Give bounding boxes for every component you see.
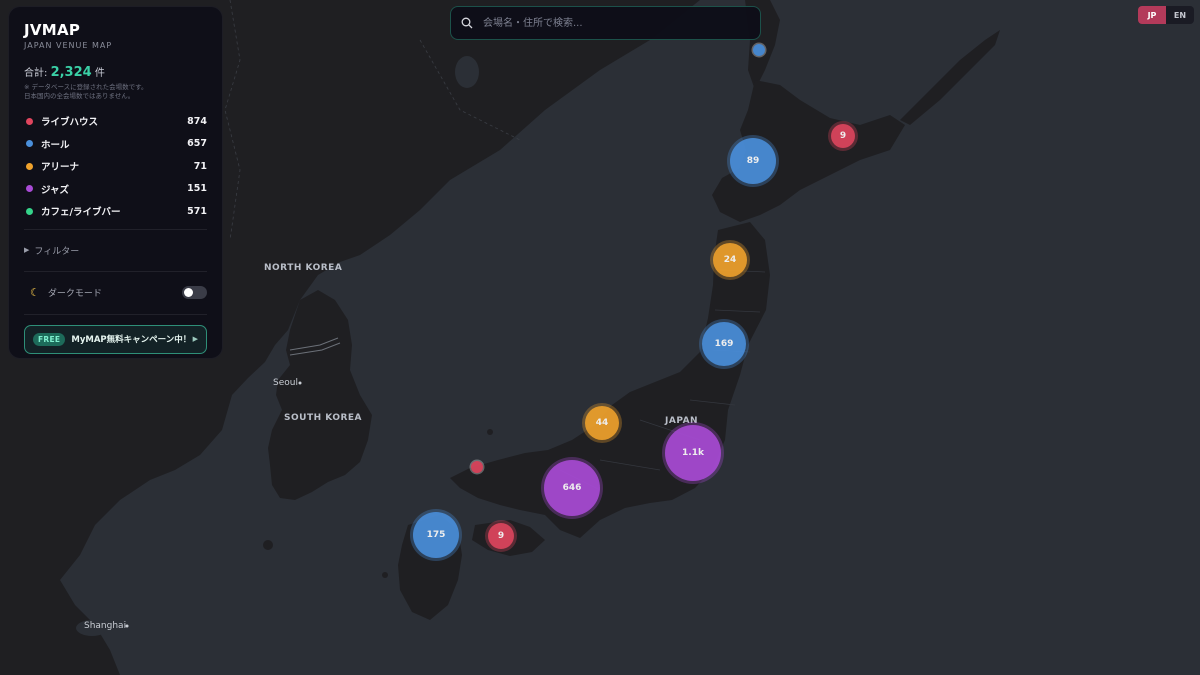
cluster-marker[interactable]: 1.1k	[665, 425, 721, 481]
info-panel: JVMAP JAPAN VENUE MAP 合計: 2,324 件 ※ データベ…	[8, 6, 223, 359]
map-label-south-korea: SOUTH KOREA	[284, 413, 363, 423]
filter-label: フィルター	[34, 246, 80, 257]
cluster-marker[interactable]: 9	[488, 523, 514, 549]
cluster-marker[interactable]: 9	[831, 124, 855, 148]
category-label: カフェ/ライブバー	[41, 207, 121, 219]
category-item-jazz[interactable]: ジャズ 151	[24, 178, 207, 201]
search-input[interactable]	[481, 16, 750, 30]
category-label: ホール	[41, 139, 70, 151]
search-bar	[450, 6, 761, 40]
category-item-cafe[interactable]: カフェ/ライブバー 571	[24, 200, 207, 223]
language-jp-button[interactable]: JP	[1138, 6, 1166, 24]
triangle-right-icon: ▶	[24, 246, 30, 254]
category-dot	[26, 117, 33, 125]
category-dot	[26, 185, 33, 193]
category-dot	[26, 207, 33, 215]
note-text: ※ データベースに登録された会場数です。 日本国内の全会場数ではありません。	[24, 83, 207, 101]
cluster-marker[interactable]: 169	[702, 322, 746, 366]
category-item-livehouse[interactable]: ライブハウス 874	[24, 110, 207, 133]
divider	[24, 228, 207, 230]
promo-banner[interactable]: FREE MyMAP無料キャンペーン中！ ▶	[24, 324, 207, 354]
app-logo: JVMAP	[24, 21, 81, 39]
chevron-right-icon: ▶	[192, 335, 198, 343]
divider	[24, 270, 207, 272]
note-line-1: ※ データベースに登録された会場数です。	[24, 83, 148, 91]
island	[382, 572, 388, 578]
category-dot	[26, 162, 33, 170]
cluster-marker[interactable]: 646	[544, 460, 600, 516]
map-label-seoul: Seoul	[273, 378, 298, 388]
map-label-shanghai: Shanghai	[84, 621, 127, 631]
category-list: ライブハウス 874 ホール 657 アリーナ 71 ジャズ 151 カフェ/ラ…	[24, 110, 207, 223]
cluster-marker[interactable]: 89	[730, 138, 776, 184]
search-icon	[461, 17, 473, 29]
switch-knob	[184, 288, 193, 297]
category-count: 151	[187, 183, 207, 195]
venue-marker[interactable]	[471, 461, 483, 473]
lake	[455, 56, 479, 88]
category-label: ライブハウス	[41, 117, 99, 129]
cluster-marker[interactable]: 175	[413, 512, 459, 558]
total-label: 合計:	[24, 68, 48, 79]
promo-text: MyMAP無料キャンペーン中！	[71, 335, 192, 345]
moon-icon: ☾	[30, 286, 40, 299]
category-count: 571	[187, 205, 207, 217]
category-count: 657	[187, 138, 207, 150]
category-item-hall[interactable]: ホール 657	[24, 133, 207, 156]
filter-toggle[interactable]: ▶ フィルター	[24, 236, 207, 265]
island	[263, 540, 273, 550]
category-dot	[26, 140, 33, 148]
note-line-2: 日本国内の全会場数ではありません。	[24, 92, 135, 100]
venue-marker[interactable]	[753, 44, 765, 56]
total-value: 2,324	[50, 65, 92, 80]
category-count: 71	[193, 160, 207, 172]
map-label-north-korea: NORTH KOREA	[264, 263, 343, 273]
app-subtitle: JAPAN VENUE MAP	[24, 41, 113, 50]
category-item-arena[interactable]: アリーナ 71	[24, 155, 207, 178]
seoul-marker	[298, 381, 302, 385]
category-label: ジャズ	[41, 184, 70, 196]
category-count: 874	[187, 115, 207, 127]
language-toggle: JP EN	[1138, 6, 1194, 24]
free-badge: FREE	[33, 332, 66, 346]
divider	[24, 313, 207, 315]
cluster-marker[interactable]: 24	[713, 243, 747, 277]
total-count: 合計: 2,324 件	[24, 64, 207, 80]
category-label: アリーナ	[41, 162, 80, 174]
cluster-marker[interactable]: 44	[585, 406, 619, 440]
island	[487, 429, 493, 435]
total-unit: 件	[94, 68, 105, 79]
dark-mode-label: ダークモード	[47, 289, 102, 299]
language-en-button[interactable]: EN	[1166, 6, 1194, 24]
dark-mode-switch[interactable]	[182, 286, 207, 299]
dark-mode-row: ☾ ダークモード	[24, 278, 207, 308]
